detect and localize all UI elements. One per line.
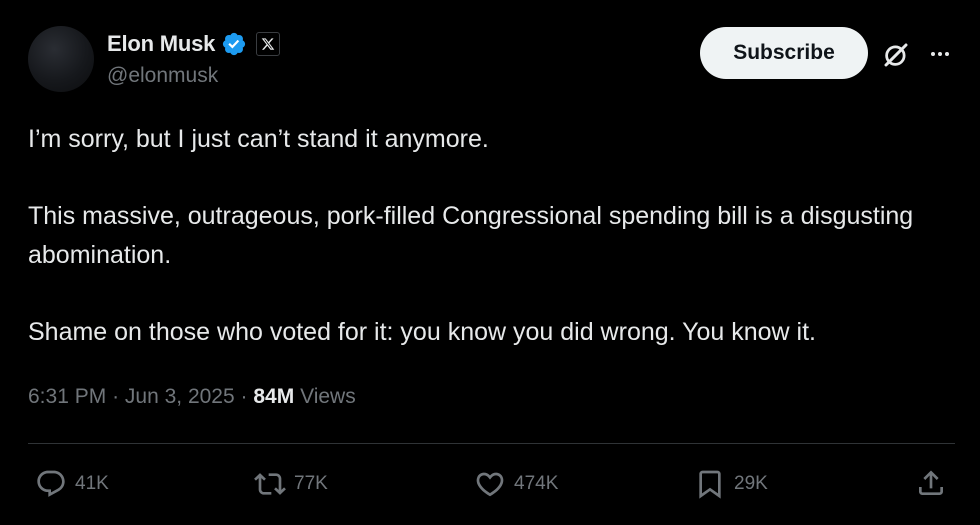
bookmark-count: 29K	[734, 473, 768, 494]
author-handle[interactable]: @elonmusk	[107, 64, 218, 88]
repost-icon	[254, 473, 286, 495]
reply-button[interactable]: 41K	[35, 466, 109, 502]
views-count: 84M	[253, 385, 295, 408]
grok-icon[interactable]	[881, 40, 911, 70]
meta-separator: ·	[240, 385, 248, 408]
verified-badge-icon[interactable]	[221, 31, 247, 57]
tweet-meta: 6:31 PM · Jun 3, 2025 · 84M Views	[28, 385, 356, 409]
tweet-date[interactable]: Jun 3, 2025	[125, 385, 235, 408]
repost-count: 77K	[294, 473, 328, 494]
bookmark-button[interactable]: 29K	[694, 466, 768, 502]
tweet-time[interactable]: 6:31 PM	[28, 385, 106, 408]
subscribe-button[interactable]: Subscribe	[700, 27, 868, 79]
bookmark-icon	[699, 470, 721, 499]
tweet-paragraph: This massive, outrageous, pork-filled Co…	[28, 202, 914, 269]
display-name[interactable]: Elon Musk	[107, 31, 215, 57]
avatar[interactable]	[28, 26, 94, 92]
repost-button[interactable]: 77K	[254, 466, 328, 502]
reply-count: 41K	[75, 473, 109, 494]
like-count: 474K	[514, 473, 559, 494]
author-name-row: Elon Musk	[107, 30, 281, 58]
tweet-text: I’m sorry, but I just can’t stand it any…	[28, 120, 958, 351]
tweet-card: Elon Musk @elonmusk Subscribe I’m sorry,…	[0, 0, 980, 525]
like-icon	[476, 472, 504, 497]
views-label: Views	[300, 385, 356, 408]
divider	[28, 443, 955, 444]
reply-icon	[37, 470, 65, 497]
x-affiliation-badge-icon[interactable]	[256, 32, 281, 56]
meta-separator: ·	[112, 385, 120, 408]
more-icon[interactable]	[928, 42, 952, 66]
share-icon[interactable]	[915, 467, 947, 499]
like-button[interactable]: 474K	[474, 466, 558, 502]
tweet-paragraph: Shame on those who voted for it: you kno…	[28, 317, 816, 346]
tweet-paragraph: I’m sorry, but I just can’t stand it any…	[28, 125, 489, 153]
